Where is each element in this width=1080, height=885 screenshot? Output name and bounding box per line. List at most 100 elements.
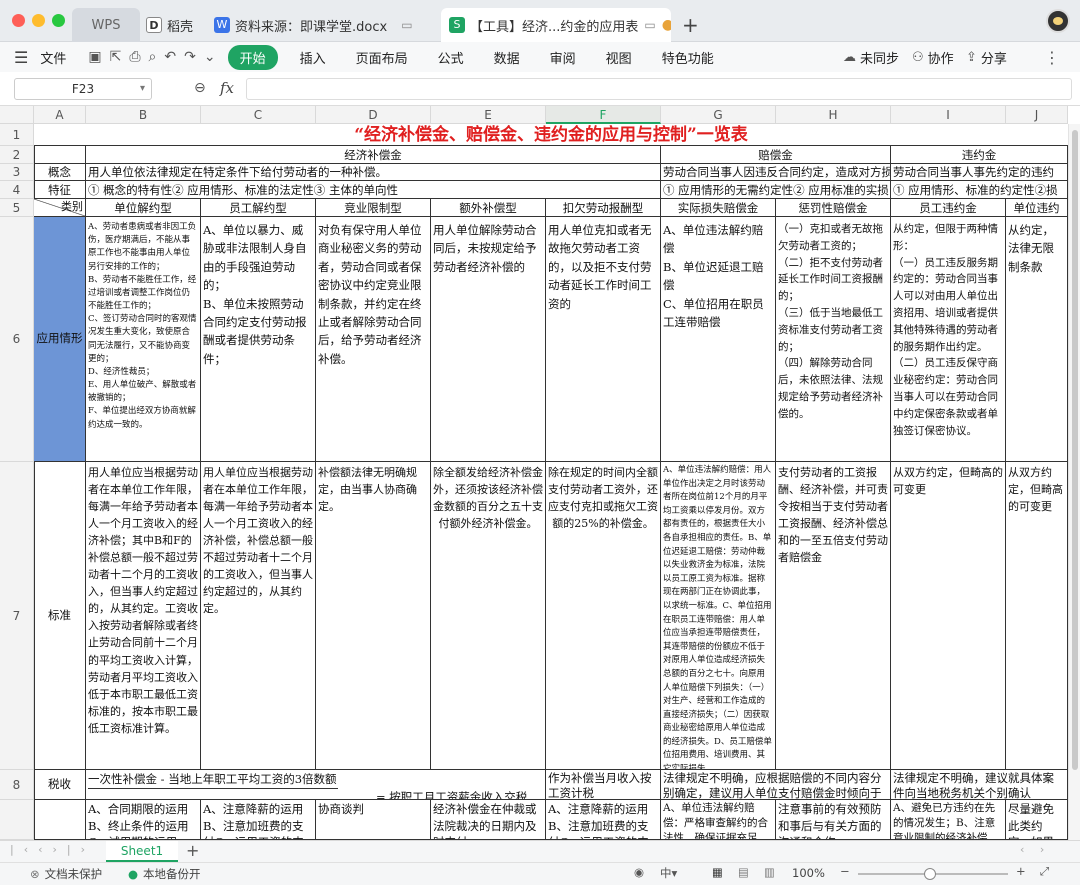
save-icon[interactable]: ▣ <box>88 49 109 65</box>
control-cell[interactable]: A、注意降薪的运用B、注意加班费的支付C、运用工资的支付形式 <box>546 800 661 840</box>
feature-pen[interactable]: ① 应用情形、标准的约定性②损 <box>891 181 1068 199</box>
hscroll-arrows[interactable]: ‹ › <box>1020 843 1050 856</box>
collab-button[interactable]: ⚇ 协作 <box>912 48 954 67</box>
category-header[interactable]: 扣欠劳动报酬型 <box>546 199 661 217</box>
menu-review[interactable]: 审阅 <box>550 48 576 67</box>
zoom-search-icon[interactable]: ⊖ <box>194 80 206 96</box>
export-icon[interactable]: ⇱ <box>110 49 130 65</box>
apply-cell[interactable]: A、劳动者患病或者非因工负伤，医疗期满后，不能从事原工作也不能事由用人单位另行安… <box>86 217 201 462</box>
concept-comp[interactable]: 劳动合同当事人因违反合同约定，造成对方损 <box>661 164 891 181</box>
row-header[interactable]: 8 <box>0 770 34 800</box>
zoom-in-icon[interactable]: + <box>1016 864 1026 878</box>
standard-cell[interactable]: 除全额发给经济补偿金外，还须按该经济补偿金数额的百分之五十支付额外经济补偿金。 <box>431 462 546 770</box>
apply-cell[interactable]: 从约定，但限于两种情形： （一）员工违反服务期约定的：劳动合同当事人可以对由用人… <box>891 217 1006 462</box>
control-cell[interactable]: 协商谈判 <box>316 800 431 840</box>
category-header[interactable]: 竞业限制型 <box>316 199 431 217</box>
column-header[interactable]: A <box>34 106 86 124</box>
apply-cell[interactable]: 用人单位解除劳动合同后，未按规定给予劳动者经济补偿的 <box>431 217 546 462</box>
tax-econ[interactable]: 一次性补偿金 - 当地上年职工平均工资的3倍数额 = 按职工月工资薪金收入交税 <box>86 770 546 800</box>
sheet-title[interactable]: “经济补偿金、赔偿金、违约金的应用与控制”一览表 <box>34 124 1068 146</box>
control-cell[interactable]: A、注意降薪的运用B、注意加班费的支付C、运用工资的支付形式 <box>201 800 316 840</box>
add-sheet-icon[interactable]: + <box>186 841 199 860</box>
normal-view-icon[interactable]: ▦ <box>712 865 723 879</box>
tab-wps[interactable]: WPS <box>72 8 140 42</box>
concept-econ[interactable]: 用人单位依法律规定在特定条件下给付劳动者的一种补偿。 <box>86 164 661 181</box>
print-preview-icon[interactable]: ⌕ <box>149 49 165 65</box>
zoom-slider[interactable] <box>858 868 1008 880</box>
row-header[interactable]: 3 <box>0 164 34 181</box>
vertical-scrollbar[interactable] <box>1068 124 1080 840</box>
tab-docer[interactable]: D 稻壳 <box>146 8 206 42</box>
control-cell[interactable]: 注意事前的有效预防和事后与有关方面的沟通和合作 <box>776 800 891 840</box>
column-header[interactable]: F <box>546 106 661 124</box>
menu-view[interactable]: 视图 <box>606 48 632 67</box>
zoom-out-icon[interactable]: − <box>840 864 850 878</box>
row-header[interactable]: 1 <box>0 124 34 146</box>
category-header[interactable]: 额外补偿型 <box>431 199 546 217</box>
monitor-icon[interactable]: ▭ <box>401 18 412 32</box>
standard-cell[interactable]: 从双方约定，但畸高的可变更 <box>891 462 1006 770</box>
menu-file[interactable]: 文件 <box>40 48 66 67</box>
standard-cell[interactable]: 除在规定的时间内全额支付劳动者工资外，还应支付克扣或拖欠工资额的25%的补偿金。 <box>546 462 661 770</box>
user-avatar[interactable] <box>1046 9 1070 33</box>
select-all-corner[interactable] <box>0 106 34 124</box>
standard-cell[interactable]: 用人单位应当根据劳动者在本单位工作年限，每满一年给予劳动者本人一个月工资收入的经… <box>201 462 316 770</box>
tax-owed[interactable]: 作为补偿当月收入按工资计税 <box>546 770 661 800</box>
sheet-nav-arrows[interactable]: |‹‹›|› <box>10 843 95 856</box>
group-header-comp[interactable]: 赔偿金 <box>661 146 891 164</box>
row-label-apply[interactable]: 应用情形 <box>34 217 86 462</box>
menu-start[interactable]: 开始 <box>227 44 278 70</box>
formula-input[interactable] <box>246 78 1072 100</box>
tab-doc-file[interactable]: W 资料来源：即课学堂.docx ▭ <box>214 8 434 42</box>
zoom-slider-thumb[interactable] <box>924 868 936 880</box>
zoom-level[interactable]: 100% <box>792 866 825 880</box>
apply-cell[interactable]: 从约定，法律无限制条款 <box>1006 217 1068 462</box>
menu-page-layout[interactable]: 页面布局 <box>356 48 408 67</box>
new-tab-plus-icon[interactable]: + <box>682 8 702 42</box>
monitor-icon[interactable]: ▭ <box>644 18 655 32</box>
close-window-button[interactable] <box>12 14 25 27</box>
feature-econ[interactable]: ① 概念的特有性② 应用情形、标准的法定性③ 主体的单向性 <box>86 181 661 199</box>
input-method-icon[interactable]: 中▾ <box>660 865 677 881</box>
apply-cell[interactable]: 用人单位克扣或者无故拖欠劳动者工资的，以及拒不支付劳动者延长工作时间工资的 <box>546 217 661 462</box>
print-icon[interactable]: ⎙ <box>129 49 148 65</box>
chevron-down-icon[interactable]: ▾ <box>140 79 145 99</box>
fullscreen-icon[interactable]: ⤢ <box>1040 864 1049 879</box>
standard-cell[interactable]: 用人单位应当根据劳动者在本单位工作年限，每满一年给予劳动者本人一个月工资收入的经… <box>86 462 201 770</box>
category-corner-cell[interactable]: 类别 <box>34 199 86 217</box>
column-header[interactable]: I <box>891 106 1006 124</box>
protect-status[interactable]: ⊗ 文档未保护 <box>30 866 102 882</box>
standard-cell[interactable]: 从双方约定，但畸高的可变更 <box>1006 462 1068 770</box>
column-header[interactable]: G <box>661 106 776 124</box>
scrollbar-thumb[interactable] <box>1072 130 1078 770</box>
name-box[interactable]: F23 ▾ <box>14 78 152 100</box>
hamburger-menu-icon[interactable]: ☰ <box>14 48 28 67</box>
tab-spreadsheet-active[interactable]: S 【工具】经济...约金的应用表 ▭ ● <box>441 8 671 42</box>
row-header[interactable]: 2 <box>0 146 34 164</box>
empty-cell[interactable] <box>34 800 86 840</box>
minimize-window-button[interactable] <box>32 14 45 27</box>
page-view-icon[interactable]: ▤ <box>738 865 749 879</box>
menu-insert[interactable]: 插入 <box>300 48 326 67</box>
feature-comp[interactable]: ① 应用情形的无需约定性② 应用标准的实损 <box>661 181 891 199</box>
concept-pen[interactable]: 劳动合同当事人事先约定的违约 <box>891 164 1068 181</box>
standard-cell[interactable]: 支付劳动者的工资报酬、经济补偿，并可责令按相当于支付劳动者工资报酬、经济补偿总和… <box>776 462 891 770</box>
page-break-icon[interactable]: ▥ <box>764 865 775 879</box>
more-options-icon[interactable]: ⋮ <box>1044 48 1060 67</box>
menu-data[interactable]: 数据 <box>494 48 520 67</box>
row-label-standard[interactable]: 标准 <box>34 462 86 770</box>
more-chevron-icon[interactable]: ⌄ <box>204 49 224 65</box>
category-header[interactable]: 单位违约金 <box>1006 199 1068 217</box>
apply-cell[interactable]: A、单位以暴力、威胁或非法限制人身自由的手段强迫劳动的； B、单位未按照劳动合同… <box>201 217 316 462</box>
row-header[interactable] <box>0 800 34 840</box>
share-button[interactable]: ⇪ 分享 <box>966 48 1007 67</box>
category-header[interactable]: 员工违约金 <box>891 199 1006 217</box>
empty-cell[interactable] <box>34 146 86 164</box>
row-header[interactable]: 6 <box>0 217 34 462</box>
tax-pen[interactable]: 法律规定不明确，建议就具体案件向当地税务机关个别确认 <box>891 770 1068 800</box>
row-header[interactable]: 7 <box>0 462 34 770</box>
menu-formula[interactable]: 公式 <box>438 48 464 67</box>
standard-cell[interactable]: 补偿额法律无明确规定，由当事人协商确定。 <box>316 462 431 770</box>
group-header-pen[interactable]: 违约金 <box>891 146 1068 164</box>
tax-comp[interactable]: 法律规定不明确，应根据赔偿的不同内容分别确定，建议用人单位支付赔偿金时倾向于代扣 <box>661 770 891 800</box>
